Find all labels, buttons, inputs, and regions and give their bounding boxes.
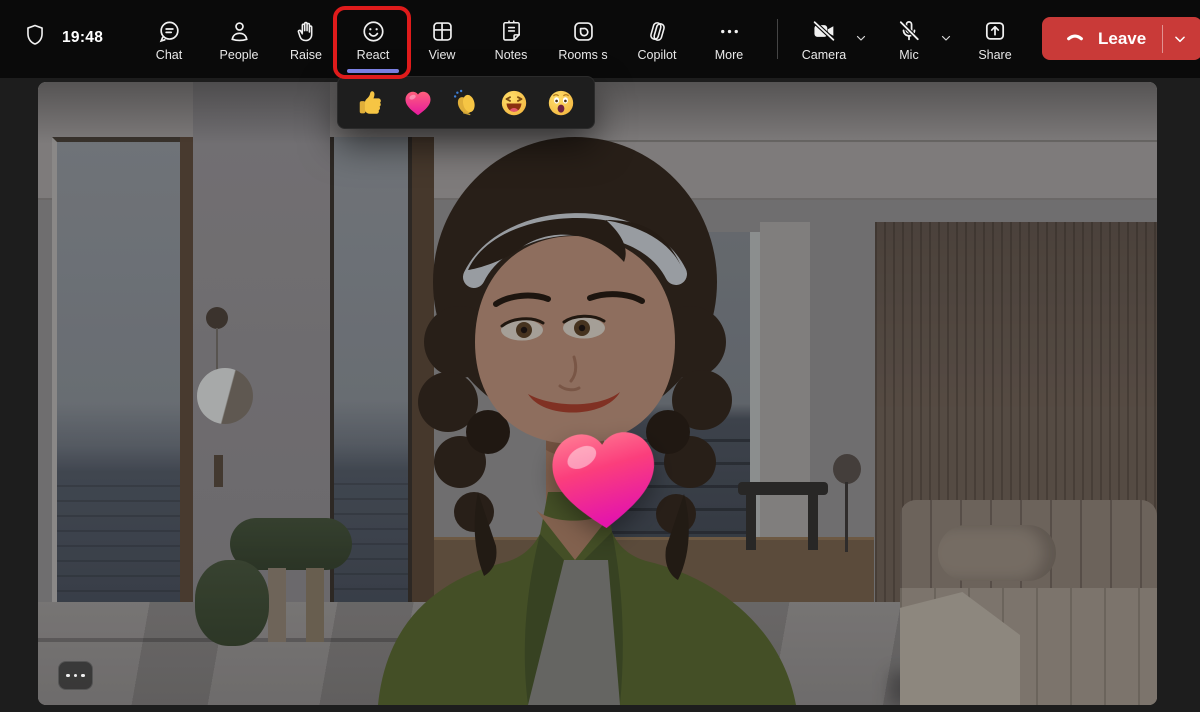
rooms-icon bbox=[570, 16, 597, 46]
floor-lamp-head bbox=[833, 454, 861, 484]
camera-label: Camera bbox=[802, 48, 846, 62]
mic-muted-icon bbox=[895, 16, 923, 46]
lounge-chair-seat bbox=[195, 560, 269, 646]
wall-art-cord bbox=[216, 328, 218, 370]
raise-hand-button[interactable]: Raise bbox=[274, 0, 338, 78]
chat-button[interactable]: Chat bbox=[134, 0, 204, 78]
view-grid-icon bbox=[429, 16, 456, 46]
reactions-popup bbox=[337, 76, 595, 129]
wall-art-pendulum bbox=[214, 455, 223, 487]
dot bbox=[74, 674, 78, 678]
sofa bbox=[900, 500, 1157, 705]
camera-dropdown-chevron-icon[interactable] bbox=[851, 28, 871, 48]
mic-label: Mic bbox=[899, 48, 918, 62]
people-button[interactable]: People bbox=[204, 0, 274, 78]
leave-label: Leave bbox=[1098, 29, 1146, 49]
teams-meeting-window: 19:48 Chat People Raise bbox=[0, 0, 1200, 712]
participant-video-tile bbox=[38, 82, 1157, 705]
thumbs-up-emoji[interactable] bbox=[356, 88, 386, 118]
raise-hand-icon bbox=[293, 16, 320, 46]
copilot-label: Copilot bbox=[638, 48, 677, 62]
surprised-emoji[interactable] bbox=[546, 88, 576, 118]
notes-button[interactable]: Notes bbox=[476, 0, 546, 78]
more-ellipsis-icon bbox=[716, 16, 743, 46]
avatar-person bbox=[368, 132, 818, 705]
mic-dropdown-chevron-icon[interactable] bbox=[936, 28, 956, 48]
meeting-toolbar: 19:48 Chat People Raise bbox=[0, 0, 1200, 78]
window-left bbox=[52, 137, 180, 642]
react-label: React bbox=[357, 48, 390, 62]
shield-icon bbox=[22, 22, 48, 53]
camera-button[interactable]: Camera bbox=[795, 0, 853, 78]
meeting-timer: 19:48 bbox=[62, 29, 103, 47]
laughing-emoji[interactable] bbox=[499, 88, 529, 118]
sofa-arm-cushion bbox=[938, 525, 1056, 581]
toolbar-buttons: Chat People Raise React bbox=[134, 0, 764, 78]
react-button[interactable]: React bbox=[338, 0, 408, 78]
view-label: View bbox=[429, 48, 456, 62]
lounge-chair-leg bbox=[306, 568, 324, 642]
window-wood-trim bbox=[180, 137, 193, 642]
dot bbox=[66, 674, 70, 678]
share-button[interactable]: Share bbox=[966, 0, 1024, 78]
heart-emoji[interactable] bbox=[403, 88, 433, 118]
lounge-chair-leg bbox=[268, 568, 286, 642]
chat-label: Chat bbox=[156, 48, 182, 62]
chat-icon bbox=[156, 16, 183, 46]
notes-label: Notes bbox=[495, 48, 528, 62]
dot bbox=[81, 674, 85, 678]
tile-more-options-button[interactable] bbox=[58, 661, 93, 690]
leave-dropdown-chevron-icon[interactable] bbox=[1163, 32, 1197, 46]
toolbar-divider bbox=[777, 19, 778, 59]
rooms-button[interactable]: Rooms s bbox=[546, 0, 620, 78]
copilot-button[interactable]: Copilot bbox=[620, 0, 694, 78]
heart-reaction-overlay bbox=[540, 417, 668, 541]
camera-off-icon bbox=[810, 16, 838, 46]
toolbar-left-section: 19:48 bbox=[22, 22, 103, 53]
copilot-icon bbox=[644, 16, 671, 46]
leave-button[interactable]: Leave bbox=[1042, 17, 1200, 60]
react-active-underline bbox=[347, 69, 399, 73]
more-button[interactable]: More bbox=[694, 0, 764, 78]
raise-label: Raise bbox=[290, 48, 322, 62]
view-button[interactable]: View bbox=[408, 0, 476, 78]
floor-lamp-pole bbox=[845, 482, 848, 552]
mic-button[interactable]: Mic bbox=[880, 0, 938, 78]
people-icon bbox=[226, 16, 253, 46]
share-label: Share bbox=[978, 48, 1011, 62]
share-icon bbox=[981, 16, 1009, 46]
hangup-phone-icon bbox=[1062, 23, 1088, 54]
react-smiley-icon bbox=[360, 16, 387, 46]
people-label: People bbox=[220, 48, 259, 62]
wall-art-disc bbox=[197, 368, 253, 424]
rooms-label: Rooms s bbox=[558, 48, 607, 62]
more-label: More bbox=[715, 48, 743, 62]
wall-art-dot bbox=[206, 307, 228, 329]
clap-emoji[interactable] bbox=[451, 88, 481, 118]
notes-icon bbox=[498, 16, 525, 46]
